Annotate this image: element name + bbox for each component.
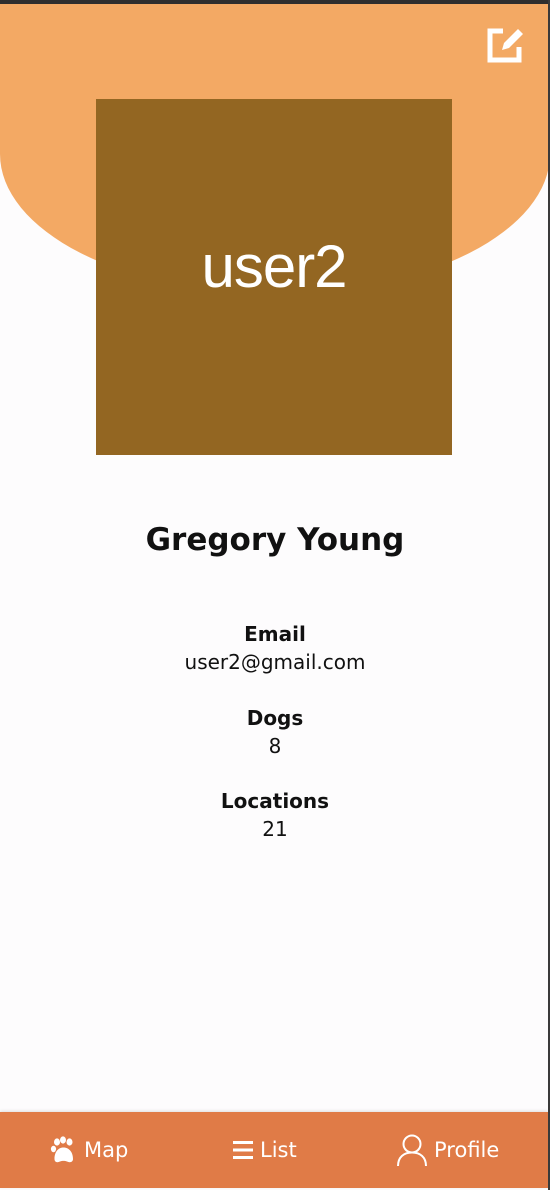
profile-name: Gregory Young [145, 522, 405, 558]
nav-item-map[interactable]: Map [50, 1112, 128, 1188]
nav-item-label: Map [84, 1138, 129, 1162]
list-icon [233, 1141, 253, 1159]
paw-icon [50, 1136, 73, 1163]
edit-icon [487, 28, 523, 63]
bottom-nav: Map List Profile [0, 1112, 548, 1188]
edit-profile-button[interactable] [486, 26, 526, 66]
locations-section: Locations 21 [0, 787, 550, 843]
locations-value: 21 [262, 817, 288, 841]
nav-item-list[interactable]: List [232, 1112, 297, 1188]
avatar-text: user2 [201, 232, 347, 300]
email-section: Email user2@gmail.com [0, 620, 550, 676]
locations-label: Locations [220, 789, 330, 813]
email-value: user2@gmail.com [184, 650, 366, 674]
dogs-value: 8 [268, 734, 282, 758]
nav-item-label: List [260, 1138, 297, 1162]
nav-item-profile[interactable]: Profile [396, 1112, 499, 1188]
email-label: Email [244, 622, 306, 646]
nav-item-label: Profile [434, 1138, 500, 1162]
avatar: user2 [96, 99, 452, 455]
person-icon [397, 1134, 427, 1167]
dogs-section: Dogs 8 [0, 704, 550, 760]
dogs-label: Dogs [246, 706, 304, 730]
